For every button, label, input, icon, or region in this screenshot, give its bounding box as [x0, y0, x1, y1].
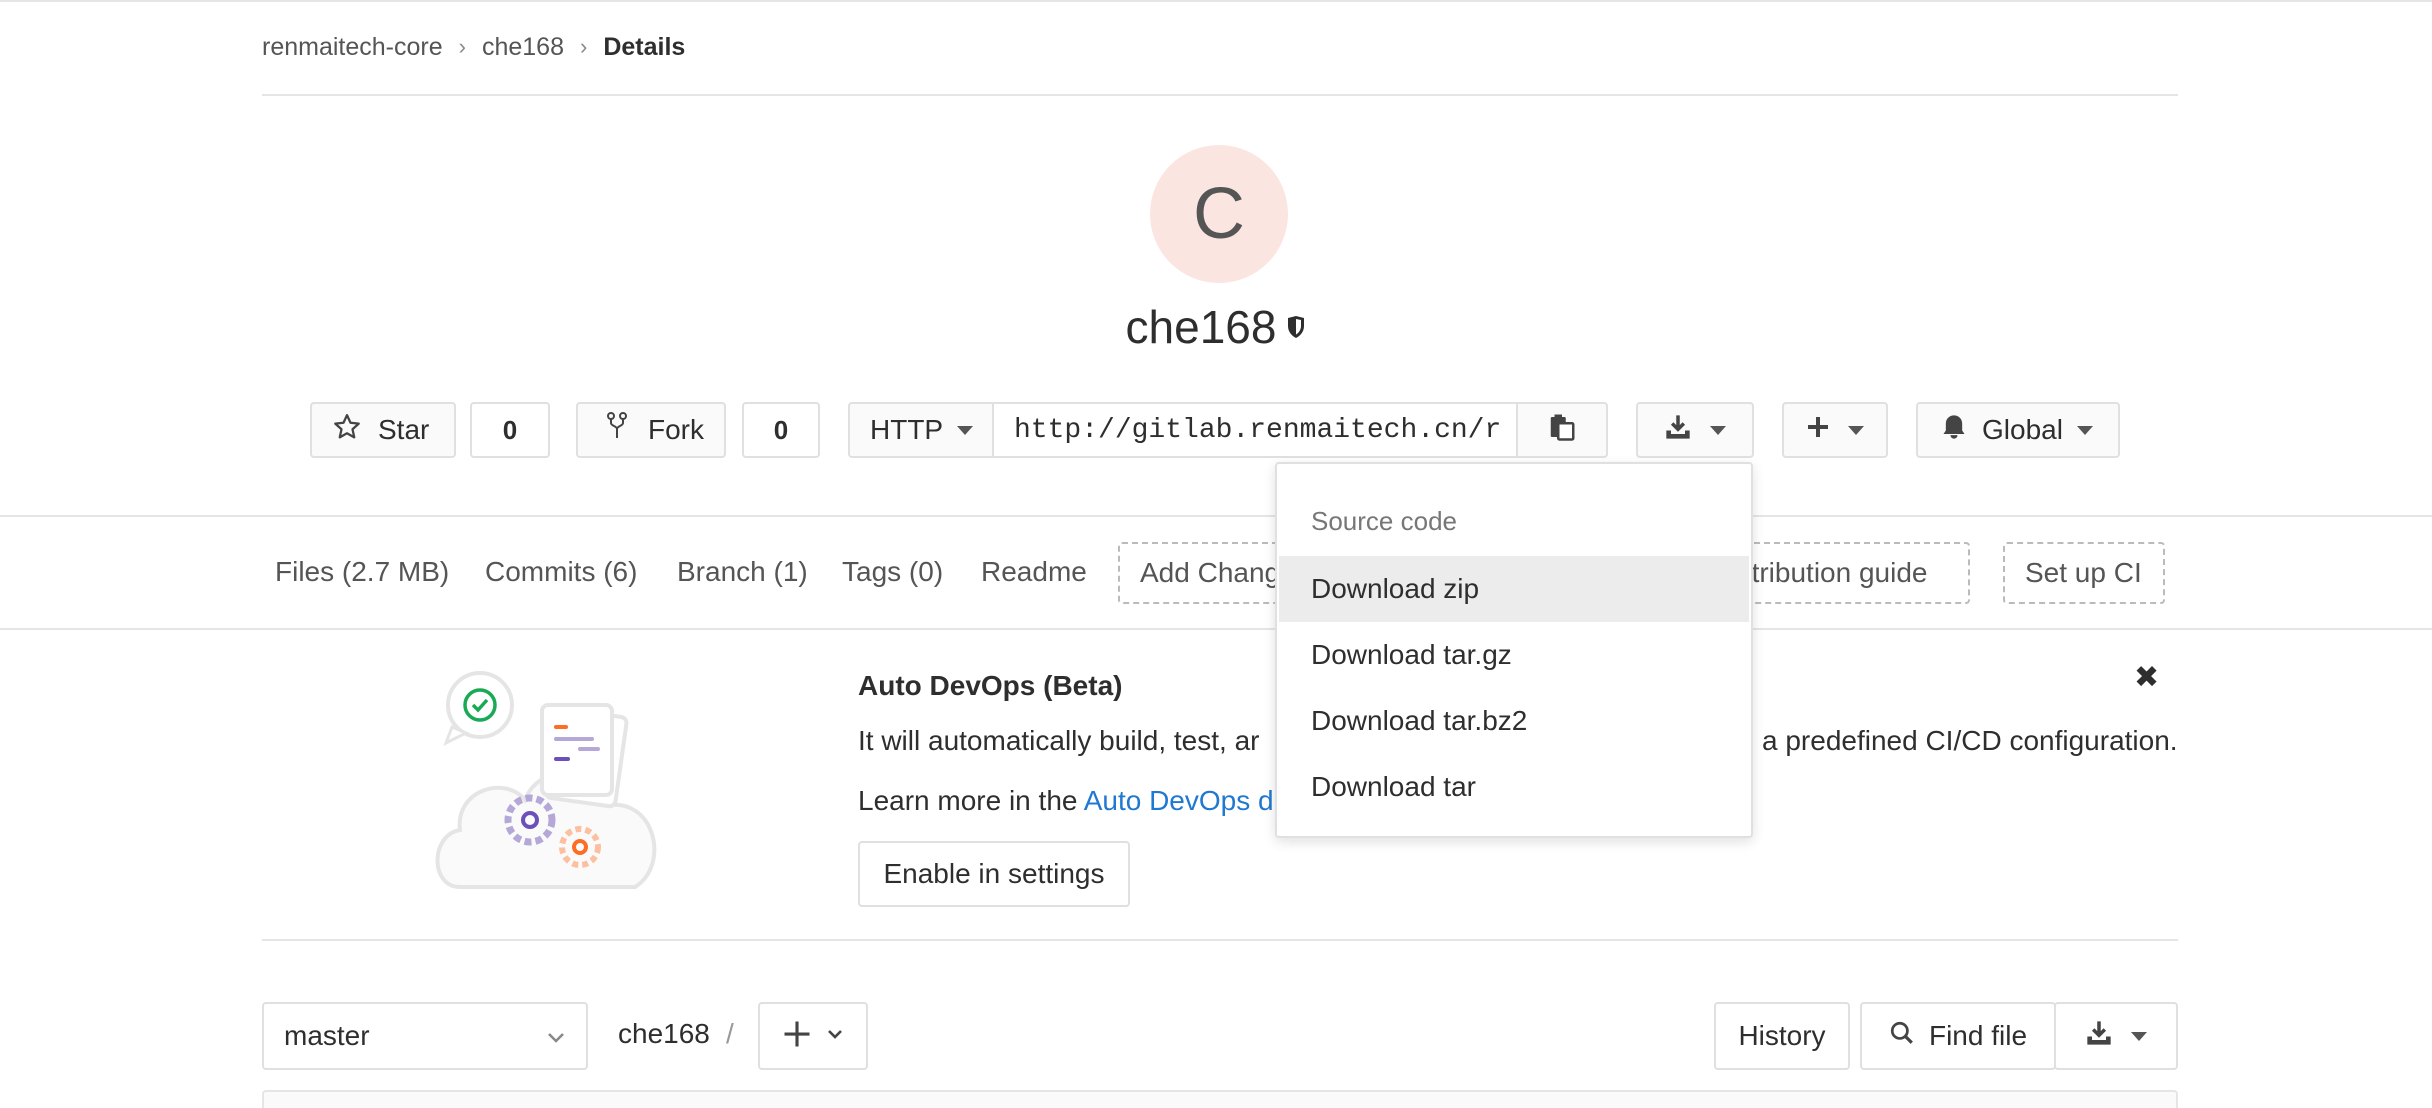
- breadcrumb-divider: [262, 94, 2178, 96]
- fork-label: Fork: [648, 414, 704, 445]
- add-button[interactable]: [1782, 402, 1888, 458]
- banner-divider: [262, 939, 2178, 941]
- banner-description-end: a predefined CI/CD configuration.: [1762, 725, 2178, 756]
- project-name: che168: [1125, 301, 1277, 353]
- learn-more-prefix: Learn more in the: [858, 785, 1084, 816]
- download-dropdown-menu: Source code Download zip Download tar.gz…: [1275, 462, 1753, 838]
- chevron-right-icon: ›: [580, 34, 588, 59]
- nav-readme[interactable]: Readme: [981, 556, 1087, 588]
- protocol-label: HTTP: [870, 414, 944, 445]
- nav-commits[interactable]: Commits (6): [485, 556, 637, 588]
- bell-icon: [1940, 413, 1968, 448]
- caret-down-icon: [1710, 425, 1726, 435]
- nav-divider-bottom: [0, 628, 2432, 630]
- breadcrumb-current[interactable]: Details: [603, 33, 685, 62]
- copy-url-button[interactable]: [1516, 402, 1608, 458]
- auto-devops-docs-link[interactable]: Auto DevOps d: [1084, 785, 1274, 816]
- star-label: Star: [378, 414, 430, 445]
- chevron-down-icon: [544, 1024, 568, 1056]
- search-icon: [1889, 1020, 1915, 1053]
- auto-devops-illustration: [430, 665, 680, 895]
- plus-icon: [782, 1019, 812, 1054]
- star-button[interactable]: Star: [310, 402, 456, 458]
- file-table-header: [262, 1090, 2178, 1108]
- clone-url-input[interactable]: http://gitlab.renmaitech.cn/r: [992, 402, 1518, 458]
- caret-down-icon: [957, 425, 974, 435]
- fork-icon: [606, 411, 628, 449]
- path-separator: /: [726, 1018, 734, 1049]
- add-changelog-button[interactable]: Add Chang: [1118, 542, 1298, 604]
- breadcrumb-project[interactable]: che168: [482, 33, 564, 62]
- download-targz-item[interactable]: Download tar.gz: [1279, 622, 1749, 688]
- shield-icon: [1286, 315, 1306, 346]
- project-avatar: C: [1150, 145, 1288, 283]
- breadcrumb: renmaitech-core › che168 › Details: [262, 32, 685, 62]
- add-contribution-guide-button[interactable]: ntribution guide: [1720, 542, 1970, 604]
- download-button[interactable]: [1636, 402, 1754, 458]
- chevron-down-icon: [826, 1025, 844, 1048]
- dropdown-header: Source code: [1311, 506, 1457, 536]
- download-icon: [1664, 413, 1692, 448]
- branch-select[interactable]: master: [262, 1002, 588, 1070]
- tree-download-button[interactable]: [2054, 1002, 2178, 1070]
- close-icon[interactable]: ✖: [2134, 660, 2159, 695]
- add-file-button[interactable]: [758, 1002, 868, 1070]
- find-file-label: Find file: [1928, 1020, 2028, 1051]
- banner-title: Auto DevOps (Beta): [858, 670, 1123, 701]
- download-icon: [2085, 1019, 2113, 1054]
- nav-files[interactable]: Files (2.7 MB): [275, 556, 449, 588]
- project-title: che168: [0, 300, 2432, 354]
- caret-down-icon: [2076, 425, 2093, 435]
- nav-tags[interactable]: Tags (0): [842, 556, 943, 588]
- download-tarbz2-item[interactable]: Download tar.bz2: [1279, 688, 1749, 754]
- nav-divider-top: [0, 515, 2432, 517]
- notification-button[interactable]: Global: [1916, 402, 2120, 458]
- clipboard-icon: [1547, 412, 1577, 449]
- protocol-select[interactable]: HTTP: [848, 402, 994, 458]
- top-divider: [0, 0, 2432, 2]
- star-count[interactable]: 0: [470, 402, 550, 458]
- history-button[interactable]: History: [1714, 1002, 1850, 1070]
- banner-learn-more: Learn more in the Auto DevOps d: [858, 785, 1274, 817]
- find-file-button[interactable]: Find file: [1860, 1002, 2056, 1070]
- setup-ci-button[interactable]: Set up CI: [2003, 542, 2165, 604]
- fork-button[interactable]: Fork: [576, 402, 726, 458]
- tree-path-root[interactable]: che168: [618, 1018, 710, 1050]
- caret-down-icon: [1848, 425, 1864, 435]
- star-icon: [332, 412, 362, 449]
- download-tar-item[interactable]: Download tar: [1279, 754, 1749, 820]
- branch-name: master: [284, 1020, 370, 1051]
- banner-description: It will automatically build, test, ar: [858, 725, 1260, 756]
- chevron-right-icon: ›: [458, 34, 466, 59]
- fork-count[interactable]: 0: [742, 402, 820, 458]
- nav-branch[interactable]: Branch (1): [677, 556, 808, 588]
- caret-down-icon: [2131, 1031, 2147, 1041]
- breadcrumb-group[interactable]: renmaitech-core: [262, 33, 443, 62]
- notification-label: Global: [1982, 414, 2063, 445]
- enable-in-settings-button[interactable]: Enable in settings: [858, 841, 1130, 907]
- download-zip-item[interactable]: Download zip: [1279, 556, 1749, 622]
- plus-icon: [1806, 414, 1830, 446]
